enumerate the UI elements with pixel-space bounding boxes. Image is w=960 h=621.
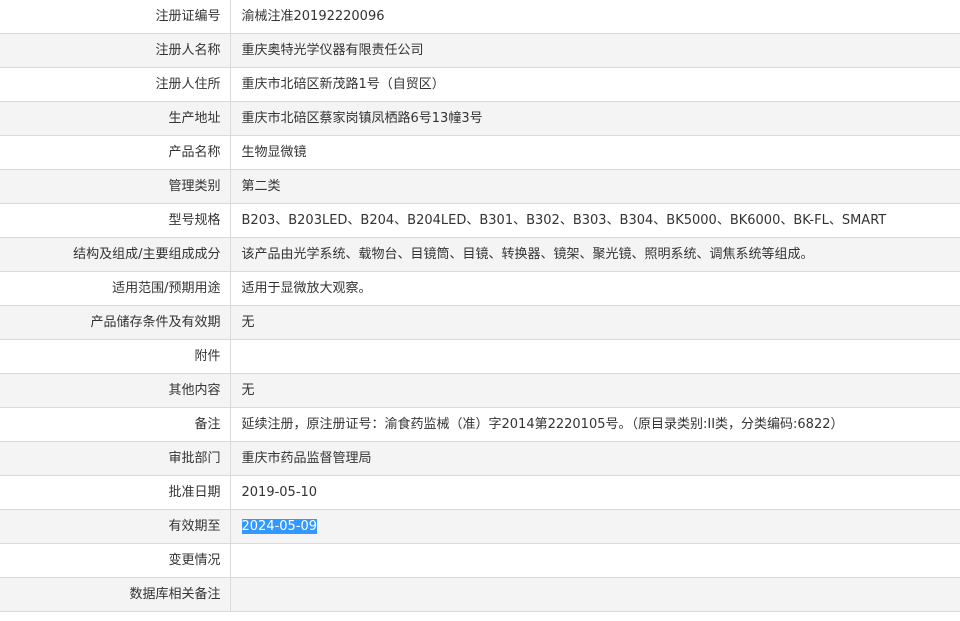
field-label-management-class: 管理类别 xyxy=(0,169,231,204)
field-value-approval-department: 重庆市药品监督管理局 xyxy=(230,441,960,476)
field-label-structure-composition: 结构及组成/主要组成成分 xyxy=(0,237,231,272)
field-label-registration-number: 注册证编号 xyxy=(0,0,231,34)
table-row: 数据库相关备注 xyxy=(0,577,960,612)
table-row: 注册证编号 渝械注准20192220096 xyxy=(0,0,960,34)
field-label-production-address: 生产地址 xyxy=(0,101,231,136)
table-row: 结构及组成/主要组成成分 该产品由光学系统、载物台、目镜筒、目镜、转换器、镜架、… xyxy=(0,237,960,272)
table-row: 注册人住所 重庆市北碚区新茂路1号（自贸区） xyxy=(0,67,960,102)
field-label-other-content: 其他内容 xyxy=(0,373,231,408)
field-value-registrant-name: 重庆奥特光学仪器有限责任公司 xyxy=(230,33,960,68)
table-row: 附件 xyxy=(0,339,960,374)
field-value-production-address: 重庆市北碚区蔡家岗镇凤栖路6号13幢3号 xyxy=(230,101,960,136)
field-label-storage-validity: 产品储存条件及有效期 xyxy=(0,305,231,340)
table-row: 产品储存条件及有效期 无 xyxy=(0,305,960,340)
field-value-valid-until-cell: 2024-05-09 xyxy=(230,509,960,544)
table-row: 其他内容 无 xyxy=(0,373,960,408)
field-label-attachments: 附件 xyxy=(0,339,231,374)
registration-detail-table: 注册证编号 渝械注准20192220096 注册人名称 重庆奥特光学仪器有限责任… xyxy=(0,0,960,612)
table-row: 生产地址 重庆市北碚区蔡家岗镇凤栖路6号13幢3号 xyxy=(0,101,960,136)
table-row: 有效期至 2024-05-09 xyxy=(0,509,960,544)
field-value-remarks: 延续注册，原注册证号：渝食药监械（准）字2014第2220105号。（原目录类别… xyxy=(230,407,960,442)
table-row: 变更情况 xyxy=(0,543,960,578)
field-value-management-class: 第二类 xyxy=(230,169,960,204)
table-row: 管理类别 第二类 xyxy=(0,169,960,204)
field-value-structure-composition: 该产品由光学系统、载物台、目镜筒、目镜、转换器、镜架、聚光镜、照明系统、调焦系统… xyxy=(230,237,960,272)
field-label-approval-department: 审批部门 xyxy=(0,441,231,476)
field-value-other-content: 无 xyxy=(230,373,960,408)
table-row: 注册人名称 重庆奥特光学仪器有限责任公司 xyxy=(0,33,960,68)
field-label-product-name: 产品名称 xyxy=(0,135,231,170)
field-value-database-remarks xyxy=(230,577,960,612)
field-value-storage-validity: 无 xyxy=(230,305,960,340)
table-row: 审批部门 重庆市药品监督管理局 xyxy=(0,441,960,476)
field-label-change-status: 变更情况 xyxy=(0,543,231,578)
field-label-model-spec: 型号规格 xyxy=(0,203,231,238)
field-value-registrant-address: 重庆市北碚区新茂路1号（自贸区） xyxy=(230,67,960,102)
field-label-intended-use: 适用范围/预期用途 xyxy=(0,271,231,306)
field-value-valid-until[interactable]: 2024-05-09 xyxy=(241,518,318,534)
table-row: 批准日期 2019-05-10 xyxy=(0,475,960,510)
field-label-approval-date: 批准日期 xyxy=(0,475,231,510)
field-value-model-spec: B203、B203LED、B204、B204LED、B301、B302、B303… xyxy=(230,203,960,238)
field-value-change-status xyxy=(230,543,960,578)
field-label-registrant-name: 注册人名称 xyxy=(0,33,231,68)
field-value-registration-number: 渝械注准20192220096 xyxy=(230,0,960,34)
table-row: 产品名称 生物显微镜 xyxy=(0,135,960,170)
table-row: 适用范围/预期用途 适用于显微放大观察。 xyxy=(0,271,960,306)
field-label-database-remarks: 数据库相关备注 xyxy=(0,577,231,612)
field-value-intended-use: 适用于显微放大观察。 xyxy=(230,271,960,306)
table-row: 型号规格 B203、B203LED、B204、B204LED、B301、B302… xyxy=(0,203,960,238)
field-label-remarks: 备注 xyxy=(0,407,231,442)
field-value-attachments xyxy=(230,339,960,374)
field-value-product-name: 生物显微镜 xyxy=(230,135,960,170)
table-row: 备注 延续注册，原注册证号：渝食药监械（准）字2014第2220105号。（原目… xyxy=(0,407,960,442)
field-label-registrant-address: 注册人住所 xyxy=(0,67,231,102)
field-value-approval-date: 2019-05-10 xyxy=(230,475,960,510)
field-label-valid-until: 有效期至 xyxy=(0,509,231,544)
